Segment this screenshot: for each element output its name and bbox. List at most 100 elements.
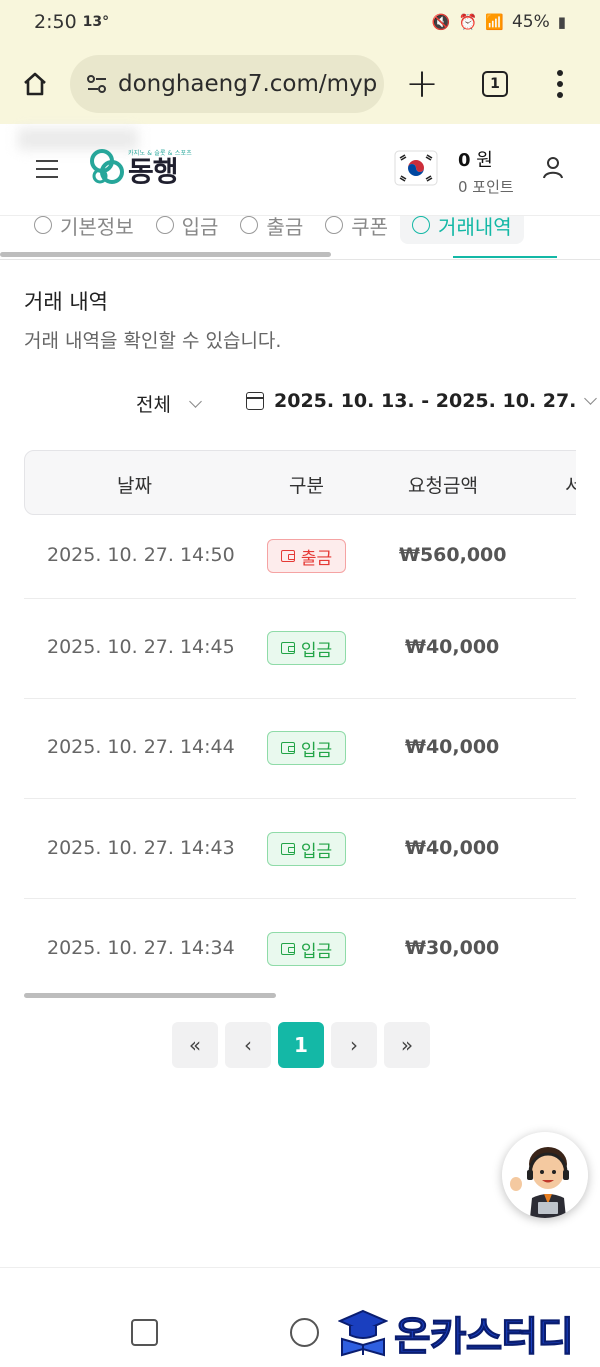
- tab-label: 입금: [181, 216, 219, 239]
- table-row: 2025. 10. 27. 14:43 입금 ₩40,000: [24, 799, 576, 899]
- tab-coupon[interactable]: 쿠폰: [325, 216, 388, 244]
- coin-icon: [240, 216, 259, 234]
- column-header-date: 날짜: [117, 475, 152, 497]
- row-amount: ₩560,000: [399, 544, 507, 566]
- table-row: 2025. 10. 27. 14:50 출금 ₩560,000: [24, 515, 576, 599]
- tab-withdraw[interactable]: 출금: [240, 216, 303, 244]
- type-label: 입금: [300, 640, 333, 661]
- type-badge: 입금: [267, 631, 346, 665]
- date-range-value: 2025. 10. 13. - 2025. 10. 27.: [274, 390, 577, 412]
- type-badge: 입금: [267, 832, 346, 866]
- type-label: 입금: [300, 941, 333, 962]
- browser-toolbar: donghaeng7.com/myp + 1: [0, 44, 600, 124]
- type-badge: 입금: [267, 932, 346, 966]
- coin-icon: [155, 216, 174, 234]
- type-badge: 출금: [267, 539, 346, 573]
- prev-page-button[interactable]: ‹: [225, 1022, 271, 1068]
- pagination: « ‹ 1 › »: [172, 1022, 430, 1068]
- user-icon: [34, 216, 52, 234]
- ticket-icon: [325, 216, 344, 234]
- tab-label: 출금: [266, 216, 304, 239]
- table-scrollbar[interactable]: [24, 993, 276, 998]
- new-tab-button[interactable]: +: [384, 44, 460, 124]
- battery-level: 45%: [511, 12, 550, 32]
- row-date: 2025. 10. 27. 14:44: [47, 736, 235, 758]
- column-header-next: 서: [565, 475, 576, 497]
- type-label: 입금: [300, 841, 333, 862]
- row-amount: ₩40,000: [405, 837, 500, 859]
- wallet-icon: [280, 943, 295, 955]
- page-title: 거래 내역: [24, 290, 108, 314]
- type-label: 출금: [300, 548, 333, 569]
- transactions-table[interactable]: 날짜 구분 요청금액 서 2025. 10. 27. 14:50 출금 ₩560…: [24, 450, 576, 995]
- type-filter-select[interactable]: 전체: [136, 390, 202, 417]
- korea-flag-icon[interactable]: [394, 150, 438, 186]
- wallet-icon: [280, 550, 295, 562]
- first-page-button[interactable]: «: [172, 1022, 218, 1068]
- tab-deposit[interactable]: 입금: [155, 216, 219, 244]
- tab-label: 거래내역: [438, 216, 512, 239]
- wallet-icon: [280, 642, 295, 654]
- table-row: 2025. 10. 27. 14:34 입금 ₩30,000: [24, 899, 576, 995]
- date-range-picker[interactable]: 2025. 10. 13. - 2025. 10. 27.: [246, 390, 598, 412]
- row-date: 2025. 10. 27. 14:34: [47, 937, 235, 959]
- tab-transactions[interactable]: 거래내역: [400, 216, 524, 244]
- history-icon: [412, 216, 431, 234]
- tab-switcher-button[interactable]: 1: [460, 44, 530, 124]
- tab-label: 기본정보: [60, 216, 134, 239]
- system-nav-bar: 온카스터디: [0, 1267, 600, 1367]
- calendar-icon: [246, 392, 264, 410]
- row-date: 2025. 10. 27. 14:45: [47, 636, 235, 658]
- tab-scrollbar[interactable]: [0, 252, 331, 257]
- logo-mark-icon: [88, 146, 126, 188]
- active-tab-indicator: [453, 256, 557, 258]
- last-page-button[interactable]: »: [384, 1022, 430, 1068]
- home-nav-button[interactable]: [290, 1318, 319, 1347]
- page-description: 거래 내역을 확인할 수 있습니다.: [24, 330, 282, 352]
- row-date: 2025. 10. 27. 14:50: [47, 544, 235, 566]
- logo-text: 동행: [128, 154, 179, 188]
- support-agent-avatar-icon: [502, 1132, 588, 1218]
- alarm-icon: ⏰: [458, 13, 478, 31]
- row-amount: ₩40,000: [405, 636, 500, 658]
- row-amount: ₩40,000: [405, 736, 500, 758]
- home-icon: [24, 72, 46, 96]
- watermark: 온카스터디: [338, 1304, 575, 1362]
- tab-label: 쿠폰: [351, 216, 389, 239]
- page-number-button[interactable]: 1: [278, 1022, 324, 1068]
- wallet-icon: [280, 843, 295, 855]
- chevron-down-icon: [584, 392, 598, 405]
- row-amount: ₩30,000: [405, 937, 500, 959]
- address-bar[interactable]: donghaeng7.com/myp: [70, 55, 384, 113]
- site-settings-icon[interactable]: [82, 69, 112, 99]
- chevron-down-icon: [189, 394, 202, 408]
- status-time: 2:50: [34, 11, 77, 33]
- support-chat-button[interactable]: [502, 1132, 588, 1218]
- type-badge: 입금: [267, 731, 346, 765]
- mute-icon: 🔇: [431, 13, 451, 31]
- user-icon[interactable]: [540, 154, 566, 180]
- table-row: 2025. 10. 27. 14:44 입금 ₩40,000: [24, 699, 576, 799]
- graduation-cap-book-icon: [338, 1309, 388, 1357]
- site-header: 카지노 & 슬롯 & 스포츠 동행 0 원 0 포인트: [0, 124, 600, 216]
- battery-icon: ▮: [557, 13, 566, 31]
- home-button[interactable]: [0, 44, 70, 124]
- balance-display[interactable]: 0 원 0 포인트: [458, 146, 514, 197]
- column-header-type: 구분: [289, 475, 324, 497]
- recent-apps-button[interactable]: [131, 1319, 158, 1346]
- points-display: 0 포인트: [458, 178, 514, 196]
- menu-icon[interactable]: [36, 160, 58, 178]
- balance-amount: 0: [458, 150, 471, 171]
- more-menu-button[interactable]: [530, 44, 590, 124]
- next-page-button[interactable]: ›: [331, 1022, 377, 1068]
- status-temperature: 13°: [82, 14, 110, 30]
- site-logo[interactable]: 카지노 & 슬롯 & 스포츠 동행: [88, 146, 192, 188]
- column-header-amount: 요청금액: [408, 475, 478, 497]
- plus-icon: +: [405, 61, 439, 107]
- wifi-icon: 📶: [485, 13, 504, 31]
- row-date: 2025. 10. 27. 14:43: [47, 837, 235, 859]
- watermark-text: 온카스터디: [394, 1314, 575, 1361]
- tab-basic-info[interactable]: 기본정보: [34, 216, 134, 244]
- wallet-icon: [280, 742, 295, 754]
- status-icons: 🔇 ⏰ 📶 45% ▮: [432, 12, 566, 32]
